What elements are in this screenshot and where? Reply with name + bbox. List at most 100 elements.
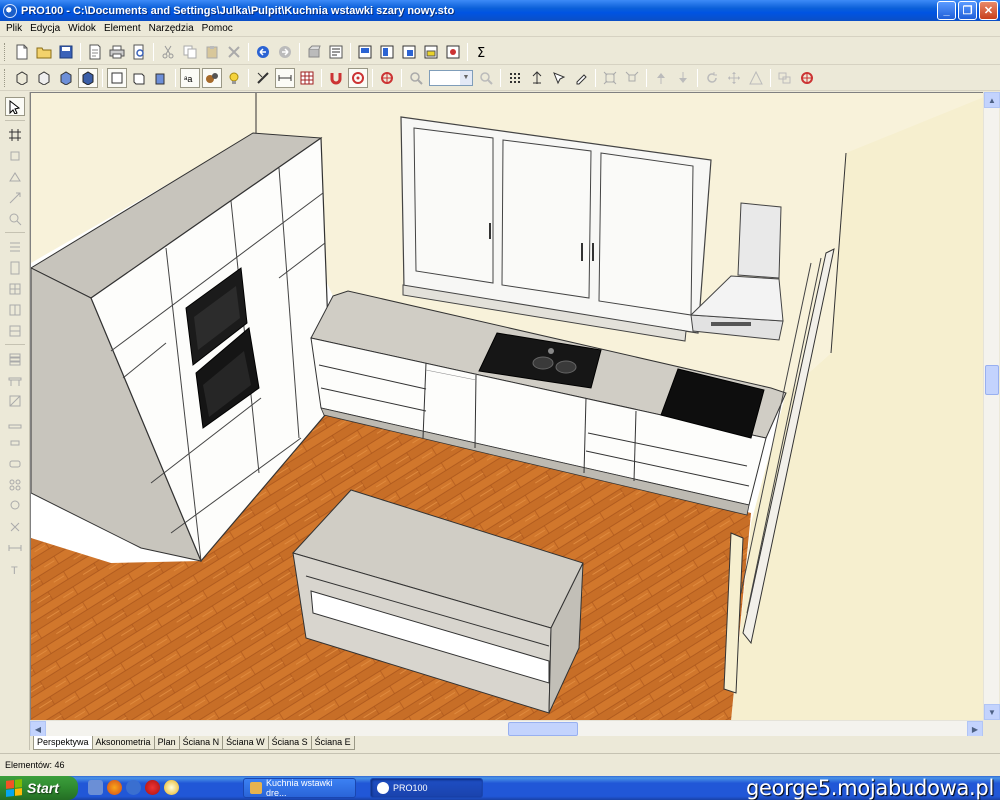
material-icon[interactable]	[202, 67, 222, 88]
menu-tools[interactable]: Narzędzia	[145, 23, 198, 34]
open-folder-icon[interactable]	[34, 42, 54, 62]
zoom-tool-icon[interactable]	[5, 209, 25, 228]
scroll-right-icon[interactable]: ▶	[967, 721, 983, 737]
menu-element[interactable]: Element	[100, 23, 145, 34]
menu-view[interactable]: Widok	[64, 23, 100, 34]
close-button[interactable]: ✕	[979, 1, 998, 20]
vertical-scroll-thumb[interactable]	[985, 365, 999, 395]
hob-icon[interactable]	[5, 475, 25, 494]
box-outline-icon[interactable]	[107, 67, 127, 88]
expand-icon[interactable]	[600, 68, 620, 88]
toolbar-grip[interactable]	[4, 68, 7, 87]
cut-icon[interactable]	[158, 42, 178, 62]
paste-icon[interactable]	[202, 42, 222, 62]
magnet-icon[interactable]	[326, 68, 346, 88]
3d-viewport[interactable]	[30, 92, 993, 720]
opera-icon[interactable]	[145, 780, 160, 795]
title-bar[interactable]: PRO100 - C:\Documents and Settings\Julka…	[0, 0, 1000, 21]
window-icon[interactable]	[5, 279, 25, 298]
properties-icon[interactable]	[326, 42, 346, 62]
collapse-icon[interactable]	[622, 68, 642, 88]
box-front-icon[interactable]	[129, 68, 149, 88]
zoom-in-icon[interactable]	[476, 68, 496, 88]
copy-tool-icon[interactable]	[5, 188, 25, 207]
countertop-icon[interactable]	[5, 370, 25, 389]
print-preview-icon[interactable]	[129, 42, 149, 62]
tab-wall-w[interactable]: Ściana W	[222, 736, 269, 750]
tab-plan[interactable]: Plan	[153, 736, 180, 750]
taskbar-item-kuchnia[interactable]: Kuchnia wstawki dre...	[243, 778, 356, 798]
door-icon[interactable]	[5, 258, 25, 277]
delete-icon[interactable]	[224, 42, 244, 62]
group-icon[interactable]	[775, 68, 795, 88]
measure-icon[interactable]	[253, 68, 273, 88]
scroll-left-icon[interactable]: ◀	[30, 721, 46, 737]
tab-wall-n[interactable]: Ściana N	[178, 736, 224, 750]
taskbar-item-pro100[interactable]: PRO100	[370, 778, 483, 798]
view-3d-icon[interactable]	[421, 42, 441, 62]
tab-perspective[interactable]: Perspektywa	[33, 736, 93, 750]
start-button[interactable]: Start	[0, 776, 78, 800]
redo-icon[interactable]	[275, 42, 295, 62]
lock-target-icon[interactable]	[797, 68, 817, 88]
warning-icon[interactable]	[746, 68, 766, 88]
print-icon[interactable]	[107, 42, 127, 62]
tab-wall-s[interactable]: Ściana S	[267, 736, 312, 750]
text-label-icon[interactable]: ᵃa	[180, 67, 200, 88]
align-icon[interactable]	[5, 125, 25, 144]
menu-edit[interactable]: Edycja	[26, 23, 64, 34]
horizontal-scroll-thumb[interactable]	[508, 722, 578, 736]
light-bulb-icon[interactable]	[224, 68, 244, 88]
save-as-icon[interactable]	[85, 42, 105, 62]
save-icon[interactable]	[56, 42, 76, 62]
wall-icon[interactable]	[5, 237, 25, 256]
library-icon[interactable]	[304, 42, 324, 62]
panel-icon[interactable]	[5, 391, 25, 410]
horizontal-scrollbar[interactable]: ◀ ▶	[30, 720, 983, 737]
zoom-icon[interactable]	[406, 68, 426, 88]
dimension-icon[interactable]	[275, 67, 295, 88]
show-desktop-icon[interactable]	[88, 780, 103, 795]
firefox-icon[interactable]	[107, 780, 122, 795]
edit-pen-icon[interactable]	[571, 68, 591, 88]
cube-flat-icon[interactable]	[34, 68, 54, 88]
chevron-down-icon[interactable]: ▼	[460, 70, 472, 85]
align-vertical-icon[interactable]	[527, 68, 547, 88]
measure-tool-icon[interactable]	[5, 538, 25, 557]
pointer-icon[interactable]	[4, 97, 25, 116]
vertical-scrollbar[interactable]: ▲ ▼	[983, 92, 1000, 720]
kitchen-perspective-render[interactable]	[31, 93, 993, 720]
light-icon[interactable]	[5, 496, 25, 515]
restore-button[interactable]: ❐	[958, 1, 977, 20]
sink-icon[interactable]	[5, 454, 25, 473]
move-arrows-icon[interactable]	[724, 68, 744, 88]
tab-wall-e[interactable]: Ściana E	[310, 736, 355, 750]
rotate-icon[interactable]	[702, 68, 722, 88]
browser-icon[interactable]	[126, 780, 141, 795]
report-icon[interactable]	[443, 42, 463, 62]
view-front-icon[interactable]	[355, 42, 375, 62]
minimize-button[interactable]: _	[937, 1, 956, 20]
zoom-select[interactable]: ▼	[429, 69, 473, 86]
sigma-icon[interactable]: Σ	[472, 42, 492, 62]
cube-shaded-icon[interactable]	[56, 68, 76, 88]
copy-icon[interactable]	[180, 42, 200, 62]
grid-icon[interactable]	[297, 68, 317, 88]
accessory-icon[interactable]	[5, 517, 25, 536]
undo-icon[interactable]	[253, 42, 273, 62]
move-icon[interactable]	[5, 167, 25, 186]
cube-solid-icon[interactable]	[78, 67, 98, 88]
menu-file[interactable]: Plik	[2, 23, 26, 34]
shelf-icon[interactable]	[5, 321, 25, 340]
select-all-icon[interactable]	[505, 68, 525, 88]
flip-up-icon[interactable]	[651, 68, 671, 88]
view-top-icon[interactable]	[399, 42, 419, 62]
flip-down-icon[interactable]	[673, 68, 693, 88]
box-side-icon[interactable]	[151, 68, 171, 88]
pointer-move-icon[interactable]	[549, 68, 569, 88]
scroll-down-icon[interactable]: ▼	[984, 704, 1000, 720]
chrome-icon[interactable]	[164, 780, 179, 795]
menu-help[interactable]: Pomoc	[198, 23, 237, 34]
center-target-icon[interactable]	[377, 68, 397, 88]
drawer-icon[interactable]	[5, 349, 25, 368]
